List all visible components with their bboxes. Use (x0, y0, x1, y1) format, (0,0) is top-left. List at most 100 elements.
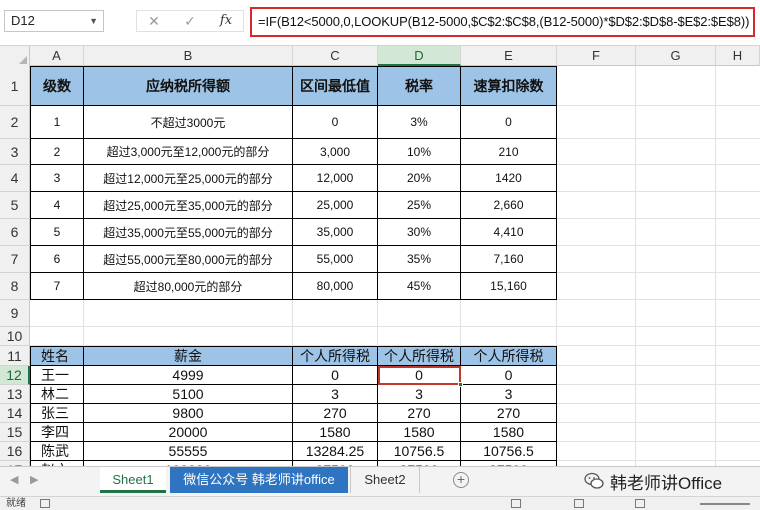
row-header-5[interactable]: 5 (0, 192, 30, 219)
tax-table-cell[interactable]: 45% (378, 273, 461, 300)
salary-table-cell[interactable]: 55555 (84, 442, 293, 461)
tax-table-cell[interactable]: 10% (378, 139, 461, 165)
tax-table-cell[interactable]: 15,160 (461, 273, 557, 300)
tax-table-cell[interactable]: 超过80,000元的部分 (84, 273, 293, 300)
row-header-1[interactable]: 1 (0, 66, 30, 106)
tax-table-cell[interactable]: 3 (30, 165, 84, 192)
row-header-2[interactable]: 2 (0, 106, 30, 139)
tax-header-cell[interactable]: 税率 (378, 66, 461, 106)
tax-header-cell[interactable]: 区间最低值 (293, 66, 378, 106)
tax-table-cell[interactable]: 7,160 (461, 246, 557, 273)
column-header-e[interactable]: E (461, 46, 557, 66)
tax-table-cell[interactable]: 0 (461, 106, 557, 139)
salary-header-cell[interactable]: 个人所得税 (378, 346, 461, 366)
column-header-b[interactable]: B (84, 46, 293, 66)
salary-table-cell[interactable]: 0 (293, 366, 378, 385)
salary-table-cell[interactable]: 0 (461, 366, 557, 385)
column-header-h[interactable]: H (716, 46, 760, 66)
tax-table-cell[interactable]: 超过35,000元至55,000元的部分 (84, 219, 293, 246)
salary-table-cell[interactable]: 李四 (30, 423, 84, 442)
tax-table-cell[interactable]: 35,000 (293, 219, 378, 246)
salary-header-cell[interactable]: 个人所得税 (293, 346, 378, 366)
tax-table-cell[interactable]: 25% (378, 192, 461, 219)
row-header-10[interactable]: 10 (0, 327, 30, 346)
formula-input[interactable]: =IF(B12<5000,0,LOOKUP(B12-5000,$C$2:$C$8… (250, 7, 755, 37)
salary-table-cell[interactable]: 王一 (30, 366, 84, 385)
row-header-11[interactable]: 11 (0, 346, 30, 366)
tax-table-cell[interactable]: 1420 (461, 165, 557, 192)
salary-table-cell[interactable]: 1580 (293, 423, 378, 442)
tax-table-cell[interactable]: 超过55,000元至80,000元的部分 (84, 246, 293, 273)
tax-table-cell[interactable]: 7 (30, 273, 84, 300)
tax-table-cell[interactable]: 55,000 (293, 246, 378, 273)
tax-table-cell[interactable]: 超过12,000元至25,000元的部分 (84, 165, 293, 192)
tax-table-cell[interactable]: 6 (30, 246, 84, 273)
normal-view-icon[interactable] (511, 499, 521, 508)
tab-wechat[interactable]: 微信公众号 韩老师讲office (170, 467, 348, 493)
page-layout-view-icon[interactable] (574, 499, 584, 508)
salary-table-cell[interactable]: 270 (461, 404, 557, 423)
tax-table-cell[interactable]: 12,000 (293, 165, 378, 192)
tax-table-cell[interactable]: 20% (378, 165, 461, 192)
salary-header-cell[interactable]: 个人所得税 (461, 346, 557, 366)
salary-table-cell[interactable]: 林二 (30, 385, 84, 404)
row-header-16[interactable]: 16 (0, 442, 30, 461)
row-header-12[interactable]: 12 (0, 366, 30, 385)
scroll-left-icon[interactable]: ◀ (10, 473, 18, 486)
tax-table-cell[interactable]: 35% (378, 246, 461, 273)
chevron-down-icon[interactable]: ▼ (89, 11, 98, 31)
tax-table-cell[interactable]: 2,660 (461, 192, 557, 219)
tax-table-cell[interactable]: 4 (30, 192, 84, 219)
row-header-15[interactable]: 15 (0, 423, 30, 442)
zoom-slider[interactable] (700, 503, 750, 505)
enter-icon[interactable]: ✓ (177, 11, 203, 31)
tax-table-cell[interactable]: 5 (30, 219, 84, 246)
tax-table-cell[interactable]: 0 (293, 106, 378, 139)
row-header-9[interactable]: 9 (0, 300, 30, 327)
salary-table-cell[interactable]: 270 (293, 404, 378, 423)
salary-table-cell[interactable]: 13284.25 (293, 442, 378, 461)
row-header-8[interactable]: 8 (0, 273, 30, 300)
column-header-g[interactable]: G (636, 46, 716, 66)
salary-table-cell[interactable]: 5100 (84, 385, 293, 404)
column-header-a[interactable]: A (30, 46, 84, 66)
row-header-14[interactable]: 14 (0, 404, 30, 423)
name-box[interactable]: D12 ▼ (4, 10, 104, 32)
column-header-c[interactable]: C (293, 46, 378, 66)
row-header-4[interactable]: 4 (0, 165, 30, 192)
insert-function-button[interactable]: fx (213, 11, 239, 31)
salary-table-cell[interactable]: 270 (378, 404, 461, 423)
tab-sheet1[interactable]: Sheet1 (100, 467, 166, 493)
salary-table-cell[interactable]: 陈武 (30, 442, 84, 461)
tax-table-cell[interactable]: 不超过3000元 (84, 106, 293, 139)
tax-header-cell[interactable]: 级数 (30, 66, 84, 106)
worksheet-grid[interactable]: ABCDEFGH 123456789101112131415161718 级数应… (0, 46, 760, 498)
salary-table-cell[interactable]: 1580 (378, 423, 461, 442)
salary-table-cell[interactable]: 10756.5 (461, 442, 557, 461)
tab-sheet2[interactable]: Sheet2 (350, 467, 420, 493)
column-header-d[interactable]: D (378, 46, 461, 66)
tax-table-cell[interactable]: 超过3,000元至12,000元的部分 (84, 139, 293, 165)
macro-record-icon[interactable] (40, 499, 50, 508)
cancel-icon[interactable]: ✕ (141, 11, 167, 31)
salary-header-cell[interactable]: 姓名 (30, 346, 84, 366)
tax-table-cell[interactable]: 210 (461, 139, 557, 165)
tax-header-cell[interactable]: 应纳税所得额 (84, 66, 293, 106)
salary-table-cell[interactable]: 3 (293, 385, 378, 404)
row-header-7[interactable]: 7 (0, 246, 30, 273)
column-header-f[interactable]: F (557, 46, 636, 66)
tax-table-cell[interactable]: 2 (30, 139, 84, 165)
tax-table-cell[interactable]: 3,000 (293, 139, 378, 165)
select-all-button[interactable] (0, 46, 30, 66)
salary-table-cell[interactable]: 3 (461, 385, 557, 404)
salary-table-cell[interactable]: 9800 (84, 404, 293, 423)
salary-table-cell[interactable]: 4999 (84, 366, 293, 385)
salary-header-cell[interactable]: 薪金 (84, 346, 293, 366)
tax-table-cell[interactable]: 25,000 (293, 192, 378, 219)
row-header-3[interactable]: 3 (0, 139, 30, 165)
salary-table-cell[interactable]: 10756.5 (378, 442, 461, 461)
salary-table-cell[interactable]: 1580 (461, 423, 557, 442)
fill-handle[interactable] (458, 382, 463, 387)
add-sheet-button[interactable]: + (453, 472, 469, 488)
page-break-view-icon[interactable] (635, 499, 645, 508)
